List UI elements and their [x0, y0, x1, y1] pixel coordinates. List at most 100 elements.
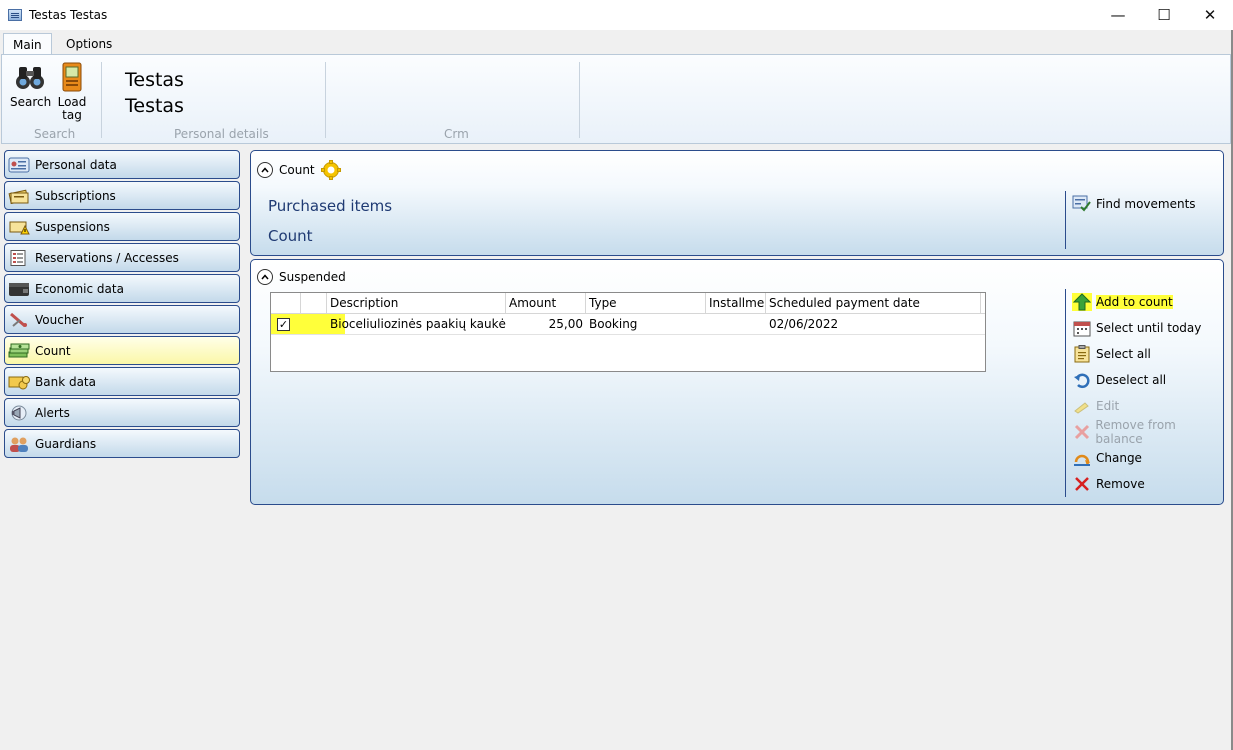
sidebar-item-subscriptions[interactable]: Subscriptions [4, 181, 240, 210]
group-label-personal-details: Personal details [174, 127, 269, 141]
binoculars-icon [16, 67, 44, 89]
sidebar-item-label: Suspensions [35, 219, 110, 234]
ribbon-separator [101, 62, 102, 138]
sidebar-item-label: Bank data [35, 374, 96, 389]
gear-icon[interactable] [320, 160, 341, 180]
suspended-actions: Add to count Select until today Select a… [1065, 289, 1223, 497]
person-first-name: Testas [125, 69, 184, 91]
change-label: Change [1096, 451, 1142, 465]
edit-label: Edit [1096, 399, 1120, 413]
chevron-up-icon [261, 274, 269, 280]
close-icon [1072, 475, 1092, 493]
sidebar-item-label: Reservations / Accesses [35, 250, 179, 265]
suspended-panel: Suspended Description Amount Type Instal… [250, 259, 1224, 505]
remove-button[interactable]: Remove [1066, 471, 1223, 497]
select-all-button[interactable]: Select all [1066, 341, 1223, 367]
arrow-up-icon [1072, 293, 1092, 311]
sidebar-item-bank-data[interactable]: Bank data [4, 367, 240, 396]
row-indicator-cell [301, 314, 327, 334]
wallet-icon [8, 280, 30, 298]
group-label-search: Search [34, 127, 76, 141]
voucher-icon [8, 311, 30, 329]
select-until-today-button[interactable]: Select until today [1066, 315, 1223, 341]
clipboard-icon [1072, 345, 1092, 363]
maximize-button[interactable]: ☐ [1141, 0, 1187, 30]
table-row[interactable]: ✓ Bioceliuliozinės paakių kaukės užc 25,… [271, 314, 985, 335]
sidebar-item-guardians[interactable]: Guardians [4, 429, 240, 458]
deselect-all-label: Deselect all [1096, 373, 1167, 387]
find-movements-button[interactable]: Find movements [1066, 191, 1223, 217]
sidebar-item-reservations-accesses[interactable]: Reservations / Accesses [4, 243, 240, 272]
find-movements-label: Find movements [1096, 197, 1196, 211]
remove-from-balance-button[interactable]: Remove from balance [1066, 418, 1223, 446]
sidebar-item-voucher[interactable]: Voucher [4, 305, 240, 334]
deselect-all-button[interactable]: Deselect all [1066, 367, 1223, 393]
edit-button[interactable]: Edit [1066, 393, 1223, 419]
minimize-button[interactable]: — [1095, 0, 1141, 30]
remove-from-balance-label: Remove from balance [1095, 418, 1176, 446]
checklist-icon [8, 249, 30, 267]
load-tag-label-2: tag [62, 108, 82, 122]
column-header-type[interactable]: Type [586, 293, 706, 313]
add-to-count-button[interactable]: Add to count [1066, 289, 1223, 315]
ribbon-tabs: Main Options [0, 30, 1233, 55]
change-button[interactable]: Change [1066, 445, 1223, 471]
group-label-crm: Crm [444, 127, 469, 141]
users-icon [8, 435, 30, 453]
sidebar-item-label: Personal data [35, 157, 117, 172]
tab-options[interactable]: Options [57, 33, 121, 55]
add-to-count-label: Add to count [1096, 295, 1173, 309]
collapse-button[interactable] [257, 269, 273, 285]
find-movements-icon [1072, 195, 1092, 213]
sidebar-item-label: Count [35, 343, 71, 358]
sidebar-item-economic-data[interactable]: Economic data [4, 274, 240, 303]
app-icon [8, 9, 22, 21]
close-button[interactable]: ✕ [1187, 0, 1233, 30]
pencil-icon [1072, 397, 1092, 415]
suspended-panel-title: Suspended [279, 270, 346, 284]
remove-balance-icon [1072, 423, 1091, 441]
column-header-indicator[interactable] [301, 293, 327, 313]
collapse-button[interactable] [257, 162, 273, 178]
window-title: Testas Testas [29, 8, 108, 22]
sidebar-item-count[interactable]: Count [4, 336, 240, 365]
select-until-today-label: Select until today [1096, 321, 1202, 335]
sidebar-item-personal-data[interactable]: Personal data [4, 150, 240, 179]
ribbon: Search Load tag Search Testas Testas Per… [1, 54, 1231, 144]
scheduled-date-cell: 02/06/2022 [769, 317, 839, 331]
column-header-description[interactable]: Description [327, 293, 506, 313]
purchased-items-label: Purchased items [268, 197, 393, 215]
sidebar-item-label: Alerts [35, 405, 70, 420]
ribbon-separator [579, 62, 580, 138]
count-panel: Count Purchased items Count Find movemen… [250, 150, 1224, 256]
column-header-scheduled-date[interactable]: Scheduled payment date [766, 293, 981, 313]
calendar-icon [1072, 319, 1092, 337]
column-header-select[interactable] [271, 293, 301, 313]
count-panel-title: Count [279, 163, 315, 177]
search-label: Search [10, 95, 52, 109]
row-checkbox[interactable]: ✓ [277, 317, 290, 331]
count-label: Count [268, 227, 313, 245]
sidebar-item-label: Voucher [35, 312, 84, 327]
coins-icon [8, 373, 30, 391]
sidebar-item-suspensions[interactable]: Suspensions [4, 212, 240, 241]
sidebar-item-alerts[interactable]: Alerts [4, 398, 240, 427]
column-header-installment[interactable]: Installmen [706, 293, 766, 313]
select-all-label: Select all [1096, 347, 1151, 361]
suspended-panel-header: Suspended [257, 269, 346, 285]
tab-main[interactable]: Main [3, 33, 52, 55]
search-button[interactable]: Search [10, 61, 52, 109]
count-actions: Find movements [1065, 191, 1223, 249]
description-cell: Bioceliuliozinės paakių kaukės užc [327, 314, 506, 334]
tag-reader-icon [62, 62, 82, 92]
window-controls: — ☐ ✕ [1095, 0, 1233, 30]
chevron-up-icon [261, 167, 269, 173]
count-panel-header: Count [257, 160, 341, 180]
ribbon-separator [325, 62, 326, 138]
sidebar-item-label: Guardians [35, 436, 97, 451]
installment-cell [706, 314, 766, 334]
column-header-amount[interactable]: Amount [506, 293, 586, 313]
load-tag-button[interactable]: Load tag [54, 61, 90, 122]
person-name: Testas Testas [125, 67, 184, 119]
money-stack-icon [8, 342, 30, 360]
